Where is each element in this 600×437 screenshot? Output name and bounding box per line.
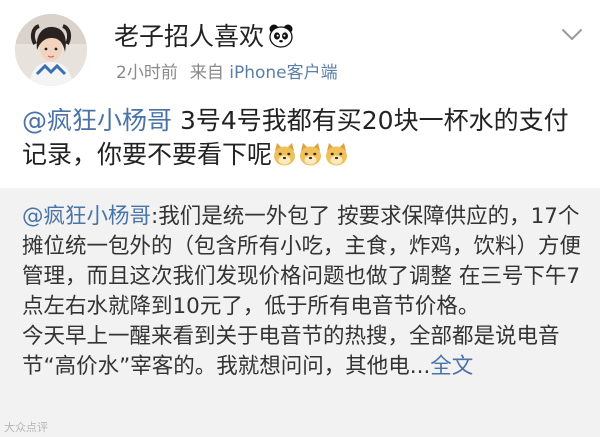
quoted-post-text: @疯狂小杨哥:我们是统一外包了 按要求保障供应的，17个摊位统一包外的（包含所有… — [22, 202, 584, 382]
quoted-post[interactable]: @疯狂小杨哥:我们是统一外包了 按要求保障供应的，17个摊位统一包外的（包含所有… — [0, 188, 600, 437]
post-time: 2小时前 — [116, 63, 178, 83]
username[interactable]: 老子招人喜欢 — [114, 22, 294, 52]
quote-mention-link[interactable]: @疯狂小杨哥 — [22, 204, 151, 229]
avatar[interactable] — [15, 14, 87, 86]
doge-emoji-group — [272, 142, 350, 176]
mention-link[interactable]: @疯狂小杨哥 — [22, 106, 172, 135]
doge-icon — [300, 143, 322, 166]
panda-icon — [269, 24, 293, 48]
post-header: 老子招人喜欢 2小时前 来自 iPhone客户端 — [0, 0, 600, 95]
username-text[interactable]: 老子招人喜欢 — [114, 22, 264, 51]
quote-paragraph-2-text: 今天早上一醒来看到关于电音节的热搜，全部都是说电音节“高价水”宰客的。我就想问问… — [22, 324, 560, 379]
quote-paragraph-1: @疯狂小杨哥:我们是统一外包了 按要求保障供应的，17个摊位统一包外的（包含所有… — [22, 202, 584, 322]
doge-icon — [326, 143, 348, 166]
post-source[interactable]: iPhone客户端 — [229, 63, 337, 83]
source-prefix: 来自 — [189, 63, 224, 83]
weibo-post: 老子招人喜欢 2小时前 来自 iPhone客户端 @疯狂小杨哥 3号4号我都有买2… — [0, 0, 600, 437]
quote-paragraph-2: 今天早上一醒来看到关于电音节的热搜，全部都是说电音节“高价水”宰客的。我就想问问… — [22, 322, 584, 382]
doge-icon — [274, 143, 296, 166]
post-text: @疯狂小杨哥 3号4号我都有买20块一杯水的支付记录，你要不要看下呢 — [22, 104, 588, 176]
full-text-link[interactable]: 全文 — [430, 354, 473, 379]
chevron-down-icon[interactable] — [561, 28, 583, 42]
post-meta: 2小时前 来自 iPhone客户端 — [116, 62, 338, 84]
watermark: 大众点评 — [4, 421, 48, 434]
